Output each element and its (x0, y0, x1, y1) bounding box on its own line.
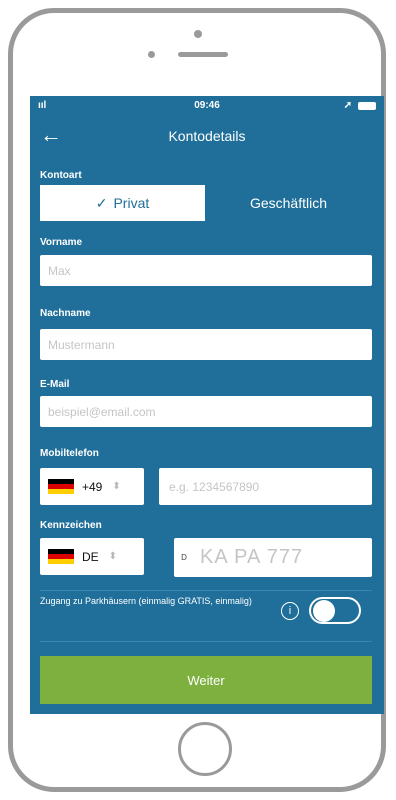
license-plate-field[interactable]: D KA PA 777 (174, 538, 372, 577)
first-name-label: Vorname (40, 237, 83, 248)
camera-dot (194, 30, 202, 38)
email-field[interactable]: beispiel@email.com (40, 396, 372, 427)
stepper-icon: ⬍ (112, 481, 121, 492)
plate-country-selector[interactable]: DE ⬍ (40, 538, 144, 575)
account-type-label: Kontoart (40, 170, 82, 181)
segment-business[interactable]: Geschäftlich (205, 185, 372, 221)
mobile-number-field[interactable]: e.g. 1234567890 (159, 468, 372, 505)
plate-prefix: D (181, 553, 187, 562)
plate-placeholder: KA PA 777 (200, 546, 304, 568)
account-type-segmented-control: ✓ Privat Geschäftlich (40, 185, 372, 221)
german-flag-icon (48, 478, 74, 495)
toggle-knob (313, 600, 335, 622)
status-bar: ııl 09:46 ➚ (30, 96, 384, 116)
info-icon[interactable]: i (281, 602, 299, 620)
divider (40, 641, 372, 642)
parking-access-label: Zugang zu Parkhäusern (einmalig GRATIS, … (40, 596, 252, 606)
status-time: 09:46 (194, 100, 220, 111)
segment-private[interactable]: ✓ Privat (40, 185, 205, 221)
location-icon: ➚ (343, 100, 352, 111)
mobile-placeholder: e.g. 1234567890 (169, 479, 260, 494)
segment-private-label: Privat (113, 195, 150, 211)
status-right: ➚ (344, 100, 376, 111)
page-title: Kontodetails (168, 128, 246, 144)
check-icon: ✓ (95, 194, 108, 211)
battery-icon (358, 101, 376, 110)
last-name-label: Nachname (40, 308, 91, 319)
nav-bar: ← Kontodetails (30, 116, 384, 156)
segment-business-label: Geschäftlich (249, 195, 328, 211)
mobile-label: Mobiltelefon (40, 448, 99, 459)
speaker (178, 52, 228, 57)
first-name-placeholder: Max (48, 263, 71, 278)
email-label: E-Mail (40, 379, 70, 390)
last-name-field[interactable]: Mustermann (40, 329, 372, 360)
home-button[interactable] (178, 722, 232, 776)
country-code: +49 (82, 479, 103, 494)
divider (40, 590, 372, 591)
plate-country: DE (82, 549, 99, 564)
country-code-selector[interactable]: +49 ⬍ (40, 468, 144, 505)
continue-button[interactable]: Weiter (40, 656, 372, 704)
first-name-field[interactable]: Max (40, 255, 372, 286)
parking-toggle[interactable] (309, 597, 361, 624)
app-screen: ııl 09:46 ➚ ← Kontodetails Kontoart ✓ Pr… (30, 96, 384, 714)
email-placeholder: beispiel@email.com (48, 404, 156, 419)
sensor-dot (148, 51, 155, 58)
german-flag-icon (48, 548, 74, 565)
last-name-placeholder: Mustermann (48, 337, 115, 352)
plate-label: Kennzeichen (40, 520, 102, 531)
stepper-icon: ⬍ (108, 551, 118, 562)
